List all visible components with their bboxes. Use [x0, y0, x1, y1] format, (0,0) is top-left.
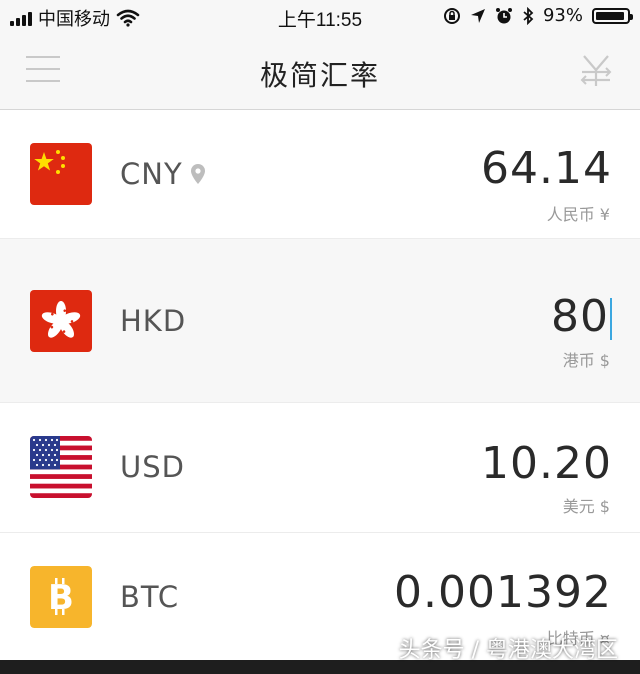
currency-code: CNY [120, 157, 183, 191]
currency-amount: 80 [551, 291, 609, 342]
page-title: 极简汇率 [259, 59, 380, 92]
currency-row-hkd[interactable]: HKD 80 港币 $ [0, 239, 640, 403]
watermark: 头条号 / 粤港澳大湾区 [398, 638, 618, 663]
currency-amount-input[interactable]: 80 [551, 291, 612, 342]
bitcoin-icon: B [30, 566, 92, 628]
status-bar: 中国移动 上午11:55 93% [0, 0, 640, 36]
currency-row-cny[interactable]: CNY 64.14 人民币 ¥ [0, 110, 640, 239]
currency-code: HKD [120, 304, 187, 338]
location-icon [470, 8, 485, 23]
bluetooth-icon [523, 6, 534, 25]
text-caret [610, 298, 612, 340]
menu-icon[interactable] [26, 56, 60, 82]
currency-yen-icon[interactable] [578, 50, 614, 90]
location-pin-icon [191, 164, 205, 184]
currency-unit: 人民币 ¥ [546, 205, 610, 224]
currency-amount: 0.001392 [394, 567, 612, 618]
battery-percent: 93% [542, 5, 583, 26]
rotation-lock-icon [443, 7, 460, 24]
currency-unit: 美元 $ [562, 497, 610, 516]
currency-code: USD [120, 450, 185, 484]
currency-code: BTC [120, 580, 180, 614]
currency-amount: 10.20 [481, 438, 612, 489]
svg-text:B: B [48, 578, 74, 618]
usa-flag-icon [30, 436, 92, 498]
alarm-icon [495, 7, 512, 23]
currency-amount: 64.14 [481, 143, 612, 194]
status-right: 93% [443, 5, 633, 26]
currency-unit: 港币 $ [562, 351, 610, 370]
china-flag-icon [30, 143, 92, 205]
battery-icon [592, 7, 633, 24]
nav-bar: 极简汇率 [0, 36, 640, 110]
hong-kong-flag-icon [30, 290, 92, 352]
currency-row-usd[interactable]: USD 10.20 美元 $ [0, 403, 640, 533]
